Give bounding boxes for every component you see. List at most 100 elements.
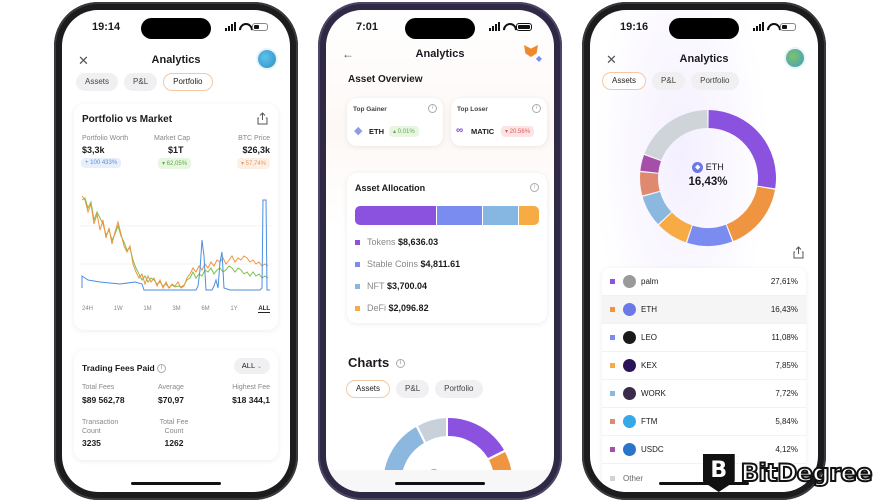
card-title: Trading Fees Paid i xyxy=(82,363,167,374)
chevron-down-icon: ⌄ xyxy=(256,364,262,370)
tab-pnl[interactable]: P&L xyxy=(652,72,686,90)
coin-name: ETH xyxy=(369,127,384,136)
page-title: Analytics xyxy=(151,54,201,66)
range-6m[interactable]: 6M xyxy=(201,306,209,313)
legend-label: Tokens xyxy=(367,237,396,247)
info-icon[interactable]: i xyxy=(532,104,541,113)
range-1w[interactable]: 1W xyxy=(114,306,123,313)
stat-label: Total Fee Count xyxy=(159,419,189,435)
stat-value: $89 562,78 xyxy=(82,395,125,405)
metric-value: $26,3k xyxy=(242,145,270,155)
tab-assets[interactable]: Assets xyxy=(602,72,647,90)
avatar[interactable] xyxy=(258,50,276,68)
tab-assets[interactable]: Assets xyxy=(346,380,391,398)
chart-tab-bar: Assets P&L Portfolio xyxy=(346,380,483,398)
info-icon[interactable]: i xyxy=(530,183,539,192)
asset-row[interactable]: LEO 11,08% xyxy=(602,324,806,352)
range-1y[interactable]: 1Y xyxy=(230,306,237,313)
asset-percent: 27,61% xyxy=(770,277,798,286)
battery-icon xyxy=(252,22,268,31)
asset-name: palm xyxy=(641,277,659,286)
metric-change-badge: + 100 433% xyxy=(81,158,122,168)
legend-item: NFT $3,700.04 xyxy=(355,275,539,297)
share-icon[interactable] xyxy=(793,246,804,259)
card-title: Portfolio vs Market xyxy=(82,114,173,125)
legend-value: $8,636.03 xyxy=(398,237,439,247)
info-icon[interactable]: i xyxy=(428,104,437,113)
status-time: 19:14 xyxy=(92,21,121,33)
card-label: Top Gainer xyxy=(353,106,387,113)
stat-value: $70,97 xyxy=(158,395,184,405)
asset-percent: 5,84% xyxy=(775,417,798,426)
allocation-segment-tokens xyxy=(355,206,438,225)
legend-item: DeFi $2,096.82 xyxy=(355,297,539,319)
legend-label: NFT xyxy=(367,281,385,291)
asset-row[interactable]: palm 27,61% xyxy=(602,268,806,296)
range-3m[interactable]: 3M xyxy=(172,306,180,313)
donut-center: ◆ ETH 16,43% xyxy=(638,162,778,188)
asset-row[interactable]: ETH 16,43% xyxy=(602,296,806,324)
change-badge: ▴ 0.01% xyxy=(389,126,419,137)
portfolio-vs-market-card: Portfolio vs Market Portfolio Worth $3,3… xyxy=(74,104,278,330)
coin-icon xyxy=(623,275,636,288)
tab-portfolio[interactable]: Portfolio xyxy=(691,72,739,90)
charts-title: Charts i xyxy=(348,355,405,370)
fees-filter-dropdown[interactable]: ALL ⌄ xyxy=(233,358,270,374)
legend-swatch xyxy=(355,305,360,311)
page-title: Analytics xyxy=(415,48,465,60)
avatar[interactable] xyxy=(786,49,804,67)
asset-row[interactable]: WORK 7,72% xyxy=(602,380,806,408)
metric-value: $1T xyxy=(168,145,184,155)
tab-pnl[interactable]: P&L xyxy=(396,380,430,398)
asset-row[interactable]: FTM 5,84% xyxy=(602,408,806,436)
brand-name: BitDegree xyxy=(740,458,874,488)
range-1m[interactable]: 1M xyxy=(143,306,151,313)
tab-assets[interactable]: Assets xyxy=(76,73,119,91)
coin-icon xyxy=(623,443,636,456)
card-label: Top Loser xyxy=(457,106,488,113)
donut-segment-leo[interactable] xyxy=(687,224,733,246)
nav-bar: ✕ Analytics xyxy=(590,49,818,71)
legend-swatch xyxy=(355,283,360,289)
asset-percent: 4,12% xyxy=(775,445,798,454)
info-icon[interactable]: i xyxy=(395,359,405,369)
bottom-sheet-edge xyxy=(326,470,554,492)
donut-segment-eth[interactable] xyxy=(726,186,775,242)
asset-name: ETH xyxy=(641,305,657,314)
asset-percent: 11,08% xyxy=(771,333,798,342)
signal-icon xyxy=(225,22,236,31)
legend-item: Tokens $8,636.03 xyxy=(355,231,539,253)
tab-pnl[interactable]: P&L xyxy=(124,73,158,91)
asset-row[interactable]: KEX 7,85% xyxy=(602,352,806,380)
donut-segment-other[interactable] xyxy=(644,110,708,161)
legend-value: $3,700.04 xyxy=(387,281,428,291)
legend-swatch xyxy=(355,261,360,267)
stat-value: 3235 xyxy=(82,438,101,448)
top-gainer-card: Top Gainer i ◆ ETH ▴ 0.01% xyxy=(347,98,443,146)
range-24h[interactable]: 24H xyxy=(82,306,93,313)
allocation-legend: Tokens $8,636.03 Stable Coins $4,811.61 … xyxy=(355,231,539,319)
tab-portfolio[interactable]: Portfolio xyxy=(435,380,483,398)
page-title: Analytics xyxy=(679,53,729,65)
donut-center-coin: ◆ ETH xyxy=(638,162,778,174)
asset-percent: 16,43% xyxy=(770,305,798,314)
card-title: Asset Allocation xyxy=(355,183,426,193)
phone-asset-overview: 7:01 ← Analytics ◆ Asset Overview Top Ga… xyxy=(318,2,562,500)
stat-label: Average xyxy=(158,384,184,391)
asset-percent: 7,72% xyxy=(775,389,798,398)
fees-title: Trading Fees Paid xyxy=(82,363,155,373)
allocation-segment-stable-coins xyxy=(437,206,484,225)
donut-center-coin-name: ETH xyxy=(705,162,724,172)
allocation-segment-defi xyxy=(519,206,539,225)
share-icon[interactable] xyxy=(257,112,268,125)
top-loser-card: Top Loser i ∞ MATIC ▾ 20.56% xyxy=(451,98,547,146)
metric-change-badge: ▾ 57,74% xyxy=(236,158,270,169)
coin-name: MATIC xyxy=(471,127,495,136)
metric-label: Market Cap xyxy=(154,135,191,142)
status-time: 7:01 xyxy=(356,21,379,33)
legend-swatch xyxy=(355,239,360,245)
tab-portfolio[interactable]: Portfolio xyxy=(163,73,213,91)
range-all[interactable]: ALL xyxy=(258,306,270,313)
signal-icon xyxy=(753,22,764,31)
info-icon[interactable]: i xyxy=(157,364,167,374)
